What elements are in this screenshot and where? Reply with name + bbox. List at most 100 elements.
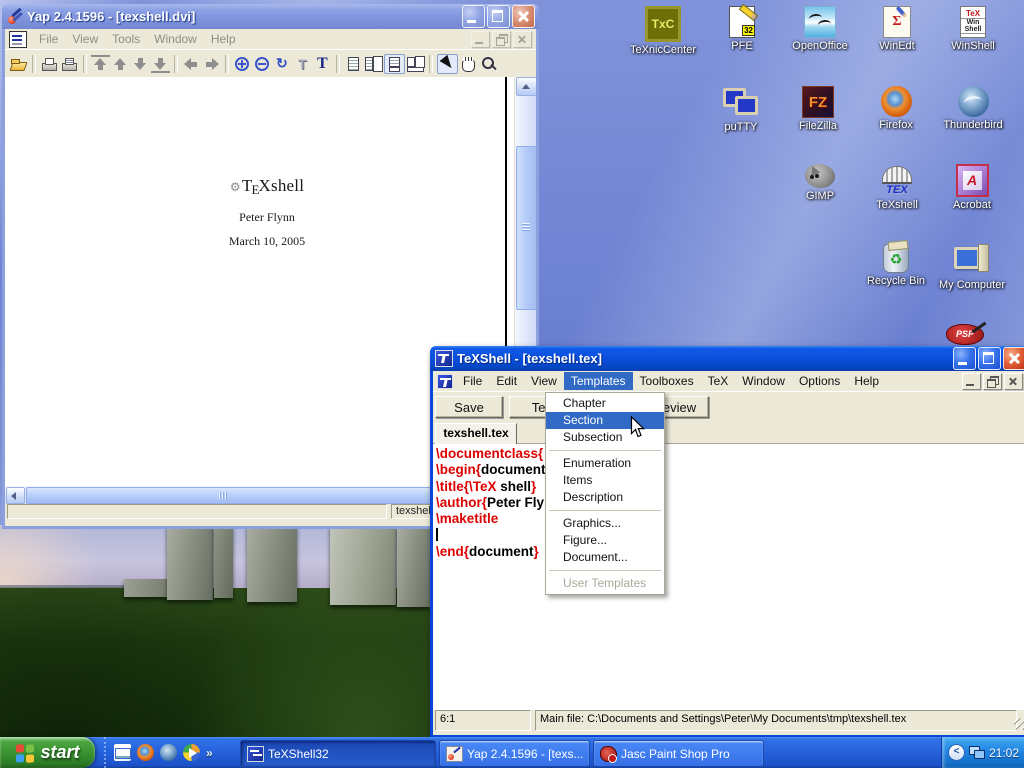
view-single-icon[interactable] [344,55,363,73]
desktop-icon-putty[interactable]: puTTY [702,86,780,133]
view-continuous-facing-icon[interactable] [406,55,425,73]
texshell-menu-edit[interactable]: Edit [489,372,524,390]
next-page-icon[interactable] [131,55,150,73]
templates-menu-item-graphics[interactable]: Graphics... [546,515,664,532]
network-icon[interactable] [969,746,985,759]
save-button[interactable]: Save [435,396,503,418]
texshell-menu-view[interactable]: View [524,372,564,390]
start-button[interactable]: start [0,737,95,768]
templates-menu-item-chapter[interactable]: Chapter [546,395,664,412]
desktop-icon-filezilla[interactable]: FZFileZilla [779,86,857,132]
templates-menu-item-section[interactable]: Section [546,412,664,429]
resize-grip[interactable] [1014,718,1024,730]
templates-menu-item-document[interactable]: Document... [546,549,664,566]
scroll-left-button[interactable] [6,487,25,504]
tray-chevron-icon[interactable]: < [948,744,965,761]
templates-menu-item-description[interactable]: Description [546,489,664,506]
tab-texshell-tex[interactable]: texshell.tex [435,423,517,445]
horizontal-scrollbar-thumb[interactable] [26,487,433,504]
media-player-icon[interactable] [183,744,200,761]
maximize-button[interactable] [487,5,510,28]
zoom-out-icon[interactable] [253,55,272,73]
templates-menu-item-enumeration[interactable]: Enumeration [546,455,664,472]
texshell-menu-options[interactable]: Options [792,372,847,390]
last-page-icon[interactable] [151,55,170,73]
yap-menu-view[interactable]: View [65,30,105,48]
desktop-icon-texshell-app[interactable]: TEXTeXshell [858,164,936,211]
mdi-restore-button[interactable] [983,373,1002,390]
tex-source-editor[interactable]: \documentclass{\begin{document}\title{\T… [433,444,1024,710]
prev-page-icon[interactable] [111,55,130,73]
minimize-button[interactable] [953,347,976,370]
clock[interactable]: 21:02 [989,746,1019,760]
maximize-button[interactable] [978,347,1001,370]
close-button[interactable] [512,5,535,28]
vertical-scrollbar-thumb[interactable] [516,146,536,310]
desktop-icon-paint-shop-pro[interactable]: PSP [945,324,985,344]
editor-tab-row: texshell.tex [433,421,1024,444]
mdi-close-button[interactable] [1004,373,1023,390]
desktop-icon-thunderbird[interactable]: Thunderbird [934,86,1012,131]
zoom-in-icon[interactable] [233,55,252,73]
taskbar-button-texshell32[interactable]: TeXShell32 [240,740,436,767]
taskbar-button-yap-2-4-1596-texs[interactable]: Yap 2.4.1596 - [texs... [439,740,590,767]
forward-icon[interactable] [202,55,221,73]
yap-titlebar[interactable]: Yap 2.4.1596 - [texshell.dvi] [2,4,539,29]
scroll-up-button[interactable] [516,77,536,96]
desktop-icon-mycomputer[interactable]: My Computer [933,244,1011,291]
texshell-menu-templates[interactable]: Templates [564,372,633,390]
desktop-icon-recyclebin[interactable]: ♻Recycle Bin [857,244,935,287]
print-setup-icon[interactable] [60,55,79,73]
templates-menu-item-figure[interactable]: Figure... [546,532,664,549]
mdi-restore-button[interactable] [492,31,511,48]
photo-grass [0,588,430,737]
texshell-titlebar[interactable]: TeXShell - [texshell.tex] [430,346,1024,371]
desktop-icon-winshell[interactable]: TeXWin ShellWinShell [934,6,1012,52]
view-continuous-icon[interactable] [384,54,405,74]
editor-line: \author{Peter Fly [436,495,1024,511]
mdi-minimize-button[interactable] [962,373,981,390]
refresh-icon[interactable] [273,55,292,73]
magnifier-icon[interactable] [479,55,498,73]
texshell-menu-toolboxes[interactable]: Toolboxes [633,372,701,390]
desktop-icon-gimp[interactable]: GIMP [781,164,859,202]
yap-menu-window[interactable]: Window [147,30,204,48]
yap-menu-file[interactable]: File [32,30,65,48]
desktop-icon-texniccenter[interactable]: TxCTeXnicCenter [624,6,702,56]
templates-menu-item-subsection[interactable]: Subsection [546,429,664,446]
editor-line: \documentclass{ [436,446,1024,462]
mdi-close-button[interactable] [513,31,532,48]
texshell-menu-file[interactable]: File [456,372,489,390]
outlook-express-icon[interactable] [114,744,131,761]
desktop-icon-openoffice[interactable]: OpenOffice [781,6,859,52]
minimize-button[interactable] [462,5,485,28]
first-page-icon[interactable] [91,55,110,73]
filezilla-icon: FZ [802,86,834,118]
quicklaunch-overflow-chevron[interactable]: » [206,746,213,760]
taskbar-button-jasc-paint-shop-pro[interactable]: Jasc Paint Shop Pro [593,740,764,767]
texshell-menu-tex[interactable]: TeX [701,372,736,390]
close-button[interactable] [1003,347,1024,370]
desktop-icon-winedt[interactable]: ΣWinEdt [858,6,936,52]
desktop-icon-pfe[interactable]: 32PFE [703,6,781,52]
mdi-minimize-button[interactable] [471,31,490,48]
back-icon[interactable] [182,55,201,73]
open-icon[interactable] [9,55,28,73]
thunderbird-icon[interactable] [160,744,177,761]
view-facing-icon[interactable] [364,55,383,73]
templates-menu-item-user-templates[interactable]: User Templates [546,575,664,592]
firefox-icon[interactable] [137,744,154,761]
desktop-icon-firefox[interactable]: Firefox [857,86,935,131]
texshell-menu-window[interactable]: Window [735,372,792,390]
text-icon[interactable] [313,55,332,73]
print-icon[interactable] [40,55,59,73]
select-icon[interactable] [437,54,458,74]
hand-icon[interactable] [459,55,478,73]
yap-menu-tools[interactable]: Tools [105,30,147,48]
texshell-menu-help[interactable]: Help [847,372,886,390]
desktop-icon-acrobat[interactable]: AAcrobat [933,164,1011,211]
yap-menu-help[interactable]: Help [204,30,243,48]
yap-toolbar [5,49,536,77]
ruler-icon[interactable] [293,55,312,73]
templates-menu-item-items[interactable]: Items [546,472,664,489]
